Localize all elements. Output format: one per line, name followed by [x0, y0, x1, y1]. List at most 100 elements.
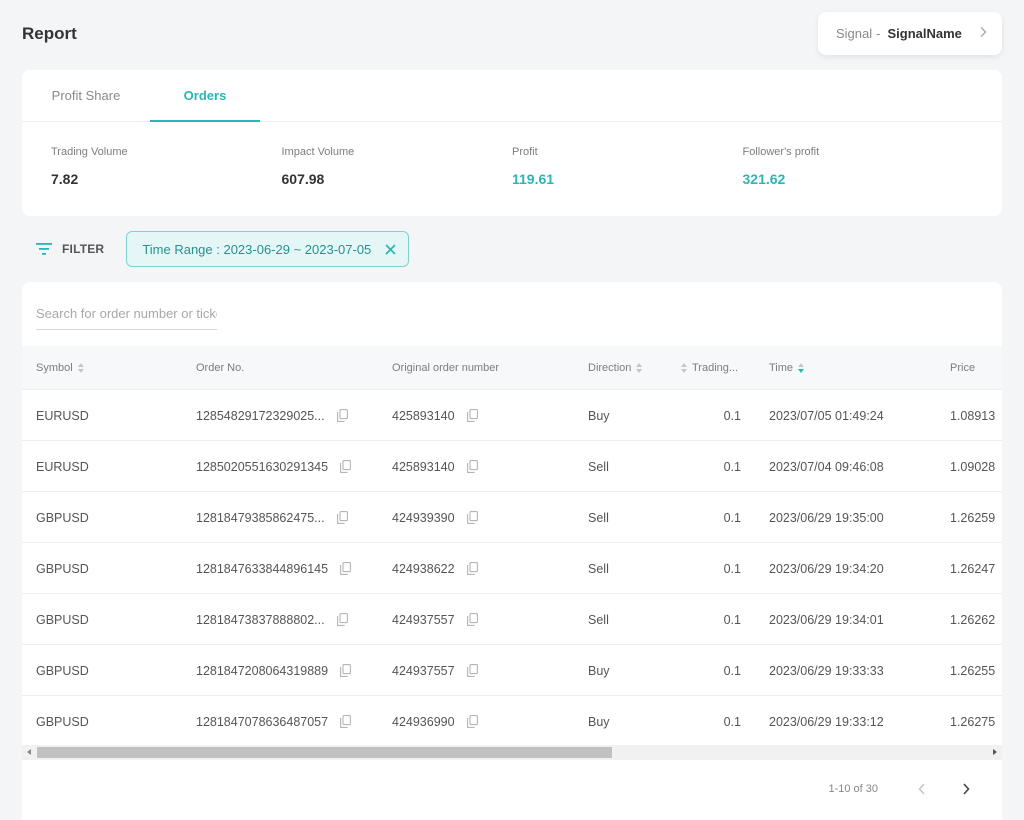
scroll-left-icon[interactable] — [27, 749, 31, 755]
column-header-symbol[interactable]: Symbol — [36, 346, 84, 390]
stat-impact-volume: Impact Volume 607.98 — [282, 146, 513, 187]
direction-text: Buy — [588, 408, 610, 423]
page-title: Report — [22, 24, 77, 43]
filter-button[interactable]: FILTER — [36, 242, 104, 256]
copy-icon[interactable] — [336, 409, 348, 422]
direction-text: Sell — [588, 459, 609, 474]
stat-value: 607.98 — [281, 171, 325, 187]
horizontal-scrollbar[interactable] — [22, 745, 1002, 760]
copy-icon[interactable] — [340, 460, 352, 473]
pagination-range: 1-10 of 30 — [828, 783, 878, 795]
copy-icon[interactable] — [466, 613, 478, 626]
summary-card: Profit Share Orders Trading Volume 7.82 … — [22, 70, 1002, 216]
cell-trading: 0.1 — [724, 594, 741, 645]
trading-text: 0.1 — [723, 714, 741, 729]
cell-order-no: 1285020551630291345 — [196, 441, 352, 492]
time-text: 2023/06/29 19:33:33 — [769, 663, 884, 678]
cell-time: 2023/06/29 19:33:12 — [769, 696, 884, 747]
stat-profit: Profit 119.61 — [512, 146, 743, 187]
stats-row: Trading Volume 7.82 Impact Volume 607.98… — [22, 122, 1002, 187]
signal-separator: - — [876, 26, 881, 41]
sort-icon[interactable] — [636, 363, 643, 373]
trading-text: 0.1 — [723, 459, 741, 474]
chevron-left-icon[interactable] — [908, 775, 936, 803]
scroll-right-icon[interactable] — [993, 749, 997, 755]
copy-icon[interactable] — [340, 562, 352, 575]
cell-time: 2023/06/29 19:34:01 — [769, 594, 884, 645]
stat-value: 119.61 — [512, 171, 555, 187]
column-header-direction[interactable]: Direction — [588, 346, 643, 390]
cell-price: 1.26275 — [950, 696, 995, 747]
copy-icon[interactable] — [336, 511, 348, 524]
column-header-time[interactable]: Time — [769, 346, 805, 390]
copy-icon[interactable] — [340, 664, 352, 677]
signal-name: SignalName — [887, 26, 962, 41]
cell-original: 425893140 — [392, 441, 478, 492]
close-icon[interactable] — [385, 243, 396, 255]
column-header-trading[interactable]: Trading... — [681, 346, 738, 390]
cell-trading: 0.1 — [724, 696, 741, 747]
tab-profit-share[interactable]: Profit Share — [22, 69, 150, 121]
direction-text: Buy — [588, 714, 610, 729]
copy-icon[interactable] — [466, 562, 478, 575]
direction-text: Sell — [588, 612, 609, 627]
symbol-text: GBPUSD — [36, 561, 89, 576]
report-page: Report Signal - SignalName Profit Share … — [0, 0, 1024, 820]
table-row[interactable]: GBPUSD 1281847078636487057 424936990 Buy 0.1… — [22, 696, 1002, 747]
copy-icon[interactable] — [466, 715, 478, 728]
table-row[interactable]: GBPUSD 12818473837888802... 424937557 Sell 0… — [22, 594, 1002, 645]
copy-icon[interactable] — [336, 613, 348, 626]
stat-label: Profit — [512, 146, 538, 158]
table-row[interactable]: GBPUSD 1281847208064319889 424937557 Buy 0.1… — [22, 645, 1002, 696]
column-label: Order No. — [196, 362, 245, 374]
symbol-text: EURUSD — [36, 408, 89, 423]
cell-time: 2023/07/05 01:49:24 — [769, 390, 884, 441]
sort-icon[interactable] — [681, 363, 687, 373]
symbol-text: GBPUSD — [36, 510, 89, 525]
order-no-text: 1285020551630291345 — [196, 459, 329, 474]
cell-order-no: 1281847078636487057 — [196, 696, 352, 747]
cell-symbol: GBPUSD — [36, 492, 89, 543]
sort-icon[interactable] — [77, 363, 84, 373]
table-row[interactable]: GBPUSD 12818479385862475... 424939390 Sell 0… — [22, 492, 1002, 543]
original-text: 424936990 — [392, 714, 455, 729]
stat-value: 321.62 — [742, 171, 786, 187]
time-text: 2023/06/29 19:33:12 — [769, 714, 884, 729]
copy-icon[interactable] — [340, 715, 352, 728]
table-row[interactable]: GBPUSD 1281847633844896145 424938622 Sell 0.… — [22, 543, 1002, 594]
cell-price: 1.26259 — [950, 492, 995, 543]
stat-trading-volume: Trading Volume 7.82 — [51, 146, 282, 187]
trading-text: 0.1 — [723, 510, 741, 525]
copy-icon[interactable] — [466, 460, 478, 473]
symbol-text: GBPUSD — [36, 714, 89, 729]
search-input[interactable] — [36, 302, 217, 330]
cell-time: 2023/06/29 19:35:00 — [769, 492, 884, 543]
filter-row: FILTER Time Range : 2023-06-29 ~ 2023-07… — [36, 231, 410, 267]
chevron-right-icon[interactable] — [952, 775, 980, 803]
cell-trading: 0.1 — [724, 441, 741, 492]
cell-direction: Buy — [588, 390, 610, 441]
trading-text: 0.1 — [723, 612, 741, 627]
table-body: EURUSD 12854829172329025... 425893140 Buy 0.… — [22, 390, 1002, 747]
sort-desc-icon[interactable] — [798, 363, 805, 373]
tab-orders[interactable]: Orders — [150, 69, 260, 122]
order-no-text: 12818479385862475... — [196, 510, 325, 525]
time-range-chip: Time Range : 2023-06-29 ~ 2023-07-05 — [126, 231, 410, 267]
cell-price: 1.26247 — [950, 543, 995, 594]
copy-icon[interactable] — [466, 511, 478, 524]
column-header-order-no: Order No. — [196, 346, 244, 390]
original-text: 425893140 — [392, 459, 455, 474]
signal-selector[interactable]: Signal - SignalName — [818, 12, 1002, 55]
cell-trading: 0.1 — [724, 645, 741, 696]
column-label: Trading... — [692, 362, 739, 374]
copy-icon[interactable] — [466, 409, 478, 422]
price-text: 1.26255 — [950, 663, 996, 678]
copy-icon[interactable] — [466, 664, 478, 677]
scrollbar-thumb[interactable] — [37, 747, 612, 758]
table-row[interactable]: EURUSD 12854829172329025... 425893140 Buy 0.… — [22, 390, 1002, 441]
stat-value: 7.82 — [51, 171, 79, 187]
cell-order-no: 12818479385862475... — [196, 492, 348, 543]
table-row[interactable]: EURUSD 1285020551630291345 425893140 Sell 0.… — [22, 441, 1002, 492]
filter-label: FILTER — [62, 242, 105, 256]
cell-trading: 0.1 — [724, 390, 741, 441]
